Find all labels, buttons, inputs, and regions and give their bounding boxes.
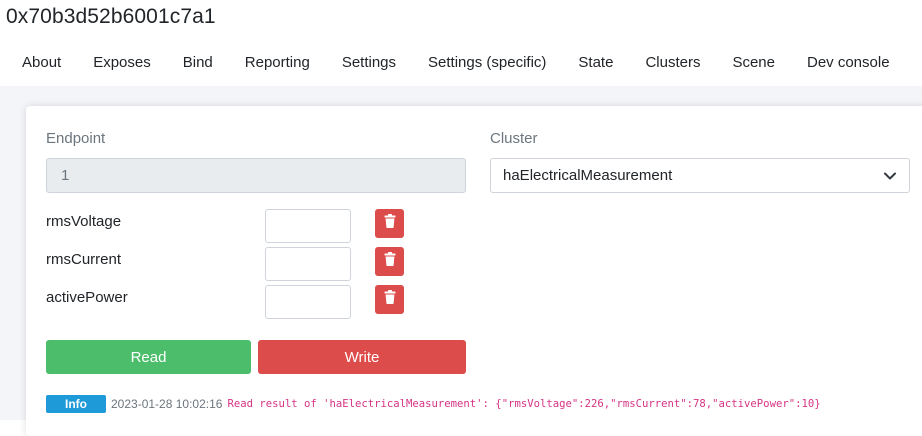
attribute-value-input-active-power[interactable] bbox=[265, 285, 351, 319]
tab-bind[interactable]: Bind bbox=[167, 39, 229, 86]
tab-dev-console[interactable]: Dev console bbox=[791, 39, 906, 86]
log-level-badge: Info bbox=[46, 395, 106, 413]
attribute-label-active-power: activePower bbox=[46, 289, 128, 306]
trash-icon bbox=[384, 252, 396, 271]
tab-clusters[interactable]: Clusters bbox=[629, 39, 716, 86]
write-button[interactable]: Write bbox=[258, 340, 466, 374]
attribute-label-rms-current: rmsCurrent bbox=[46, 251, 122, 268]
cluster-select[interactable]: haElectricalMeasurement bbox=[490, 158, 910, 193]
attribute-value-input-rms-voltage[interactable] bbox=[265, 209, 351, 243]
tab-settings[interactable]: Settings bbox=[326, 39, 412, 86]
endpoint-label: Endpoint bbox=[46, 130, 106, 147]
endpoint-field[interactable]: 1 bbox=[46, 158, 466, 193]
delete-attribute-button-rms-voltage[interactable] bbox=[375, 209, 404, 238]
attribute-label-rms-voltage: rmsVoltage bbox=[46, 213, 122, 230]
chevron-down-icon bbox=[883, 169, 897, 183]
tab-exposes[interactable]: Exposes bbox=[77, 39, 167, 86]
tab-bar: About Exposes Bind Reporting Settings Se… bbox=[6, 39, 922, 86]
tab-state[interactable]: State bbox=[562, 39, 629, 86]
device-title: 0x70b3d52b6001c7a1 bbox=[6, 5, 216, 28]
log-entry: Info 2023-01-28 10:02:16 Read result of … bbox=[46, 395, 821, 413]
delete-attribute-button-active-power[interactable] bbox=[375, 285, 404, 314]
trash-icon bbox=[384, 214, 396, 233]
tab-reporting[interactable]: Reporting bbox=[229, 39, 326, 86]
tab-scene[interactable]: Scene bbox=[716, 39, 791, 86]
read-button[interactable]: Read bbox=[46, 340, 251, 374]
trash-icon bbox=[384, 290, 396, 309]
log-message: Read result of 'haElectricalMeasurement'… bbox=[227, 398, 821, 410]
attribute-value-input-rms-current[interactable] bbox=[265, 247, 351, 281]
cluster-selected-value: haElectricalMeasurement bbox=[503, 167, 673, 184]
tab-settings-specific[interactable]: Settings (specific) bbox=[412, 39, 562, 86]
dev-console-card bbox=[26, 106, 922, 436]
endpoint-value: 1 bbox=[61, 167, 70, 184]
tab-about[interactable]: About bbox=[6, 39, 77, 86]
cluster-label: Cluster bbox=[490, 130, 538, 147]
log-timestamp: 2023-01-28 10:02:16 bbox=[111, 397, 223, 411]
delete-attribute-button-rms-current[interactable] bbox=[375, 247, 404, 276]
